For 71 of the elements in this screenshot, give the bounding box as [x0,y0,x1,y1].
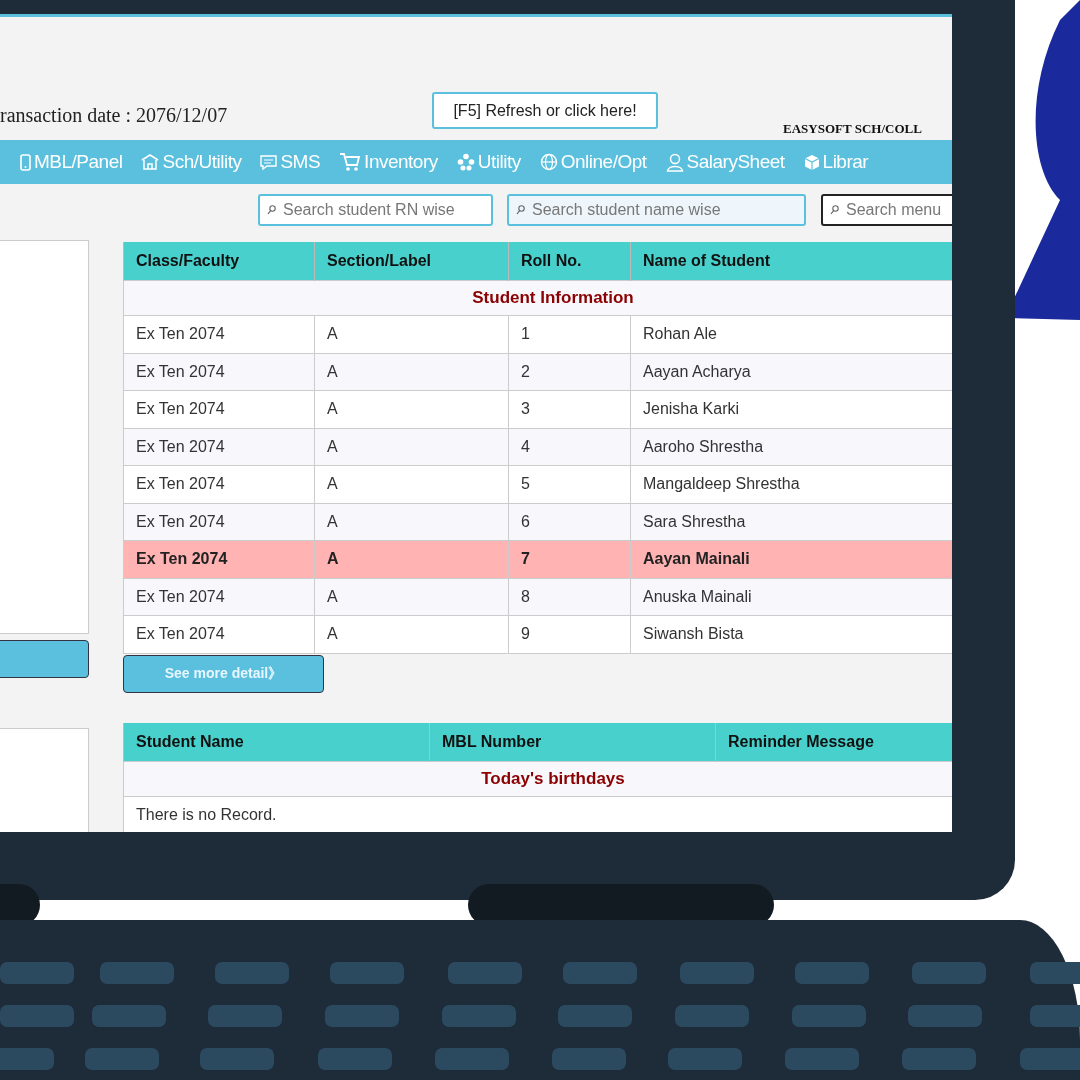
cluster-icon [456,153,475,171]
table-cell: Ex Ten 2074 [123,615,315,653]
table-cell: 6 [508,503,631,541]
table-cell: Ex Ten 2074 [123,465,315,503]
column-header: Section/Label [314,242,509,281]
key [0,1048,54,1070]
table-cell: Ex Ten 2074 [123,353,315,391]
person-icon [665,152,684,172]
table-cell: A [314,315,509,353]
table-cell: A [314,390,509,428]
table-cell: 5 [508,465,631,503]
table-cell: 3 [508,390,631,428]
table-cell: Aaroho Shrestha [630,428,952,466]
section-title: Today's birthdays [123,761,952,796]
table-cell: 4 [508,428,631,466]
table-cell: Ex Ten 2074 [123,540,315,578]
transaction-date: ransaction date : 2076/12/07 [0,104,228,127]
empty-message: There is no Record. [123,796,952,832]
search-icon [516,205,525,215]
search-field[interactable]: Search student RN wise [258,194,493,226]
globe-icon [539,153,558,171]
box-icon [803,153,820,171]
table-cell: 7 [508,540,631,578]
search-field[interactable]: Search menu [821,194,952,226]
cart-icon [339,152,362,172]
section-title: Student Information [123,280,952,316]
column-header: Roll No. [508,242,631,281]
table-cell: Ex Ten 2074 [123,315,315,353]
student-row[interactable]: Ex Ten 2074 A 2 Aayan Acharya [123,353,952,391]
table-cell: Aayan Mainali [630,540,952,578]
side-button[interactable] [0,640,89,678]
student-row[interactable]: Ex Ten 2074 A 5 Mangaldeep Shrestha [123,465,952,503]
key [1020,1048,1080,1070]
column-header: MBL Number [429,722,716,761]
table-cell: A [314,428,509,466]
table-cell: Anuska Mainali [630,578,952,616]
table-cell: 1 [508,315,631,353]
table-cell: A [314,503,509,541]
phone-icon [20,153,31,171]
table-cell: Aayan Acharya [630,353,952,391]
refresh-button[interactable]: [F5] Refresh or click here! [432,92,658,129]
search-icon [830,205,839,215]
brand-name: EASYSOFT SCH/COLL [783,121,922,137]
column-header: Student Name [123,722,430,761]
student-row[interactable]: Ex Ten 2074 A 7 Aayan Mainali [123,540,952,578]
student-row[interactable]: Ex Ten 2074 A 1 Rohan Ale [123,315,952,353]
table-cell: A [314,615,509,653]
student-row[interactable]: Ex Ten 2074 A 3 Jenisha Karki [123,390,952,428]
student-row[interactable]: Ex Ten 2074 A 6 Sara Shrestha [123,503,952,541]
table-cell: A [314,353,509,391]
column-header: Name of Student [630,242,952,281]
student-row[interactable]: Ex Ten 2074 A 4 Aaroho Shrestha [123,428,952,466]
table-cell: Sara Shrestha [630,503,952,541]
column-header: Reminder Message [715,722,952,761]
student-row[interactable]: Ex Ten 2074 A 8 Anuska Mainali [123,578,952,616]
table-cell: Ex Ten 2074 [123,503,315,541]
table-cell: Ex Ten 2074 [123,578,315,616]
search-icon [267,205,276,215]
chat-icon [260,154,278,170]
table-cell: 2 [508,353,631,391]
table-cell: A [314,540,509,578]
building-icon [141,154,160,170]
column-header: Class/Faculty [123,242,315,281]
table-cell: 9 [508,615,631,653]
table-cell: A [314,465,509,503]
table-cell: A [314,578,509,616]
table-cell: 8 [508,578,631,616]
table-cell: Ex Ten 2074 [123,428,315,466]
table-cell: Ex Ten 2074 [123,390,315,428]
student-row[interactable]: Ex Ten 2074 A 9 Siwansh Bista [123,615,952,653]
search-field[interactable]: Search student name wise [507,194,806,226]
